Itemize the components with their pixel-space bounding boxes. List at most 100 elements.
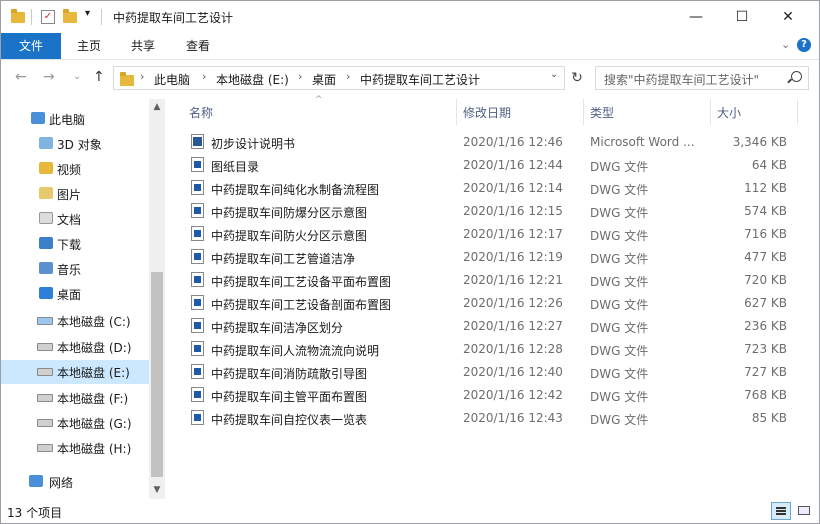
back-icon[interactable]: ←: [15, 69, 27, 85]
nav-item-drive-e[interactable]: 本地磁盘 (E:): [1, 360, 149, 384]
scroll-thumb[interactable]: [151, 272, 163, 477]
nav-label: 本地磁盘 (D:): [57, 341, 132, 355]
column-divider[interactable]: [456, 99, 457, 125]
nav-label: 本地磁盘 (F:): [57, 392, 129, 406]
ribbon-collapse-icon[interactable]: ⌄: [781, 38, 790, 51]
column-divider[interactable]: [583, 99, 584, 125]
forward-icon[interactable]: →: [43, 69, 55, 85]
file-row[interactable]: 初步设计说明书 2020/1/16 12:46 Microsoft Word .…: [165, 131, 819, 154]
dwg-file-icon: [191, 226, 204, 241]
file-row[interactable]: 中药提取车间消防疏散引导图 2020/1/16 12:40 DWG 文件 727…: [165, 361, 819, 384]
file-row[interactable]: 中药提取车间防爆分区示意图 2020/1/16 12:15 DWG 文件 574…: [165, 200, 819, 223]
nav-item-network[interactable]: 网络: [1, 470, 149, 494]
nav-item-drive-c[interactable]: 本地磁盘 (C:): [1, 309, 149, 333]
nav-item-drive-d[interactable]: 本地磁盘 (D:): [1, 335, 149, 359]
file-type: DWG 文件: [590, 183, 649, 197]
title-bar: ✓ ▾ 中药提取车间工艺设计 — ☐ ✕: [1, 1, 819, 33]
breadcrumb-separator: ›: [298, 70, 303, 83]
file-name: 中药提取车间消防疏散引导图: [211, 367, 368, 381]
file-row[interactable]: 中药提取车间工艺设备剖面布置图 2020/1/16 12:26 DWG 文件 6…: [165, 292, 819, 315]
file-name: 中药提取车间人流物流流向说明: [211, 344, 380, 358]
column-name[interactable]: 名称: [189, 104, 213, 121]
tab-share[interactable]: 共享: [117, 33, 169, 59]
tab-file[interactable]: 文件: [1, 33, 61, 59]
nav-item-desktop[interactable]: 桌面: [1, 282, 149, 306]
column-type[interactable]: 类型: [590, 104, 614, 121]
drive-icon: [37, 343, 53, 351]
file-row[interactable]: 图纸目录 2020/1/16 12:44 DWG 文件 64 KB: [165, 154, 819, 177]
minimize-button[interactable]: —: [673, 1, 719, 33]
folder-icon: [120, 72, 134, 86]
file-row[interactable]: 中药提取车间洁净区划分 2020/1/16 12:27 DWG 文件 236 K…: [165, 315, 819, 338]
up-icon[interactable]: ↑: [93, 69, 105, 85]
breadcrumb-current-folder[interactable]: 中药提取车间工艺设计: [360, 71, 480, 88]
nav-scrollbar[interactable]: ▲ ▼: [149, 99, 165, 499]
file-row[interactable]: 中药提取车间主管平面布置图 2020/1/16 12:42 DWG 文件 768…: [165, 384, 819, 407]
nav-label: 3D 对象: [57, 138, 102, 152]
file-name: 中药提取车间工艺管道洁净: [211, 252, 356, 266]
file-size: 723 KB: [744, 342, 787, 356]
file-row[interactable]: 中药提取车间工艺设备平面布置图 2020/1/16 12:21 DWG 文件 7…: [165, 269, 819, 292]
recent-locations-icon[interactable]: ⌄: [73, 71, 81, 82]
file-date: 2020/1/16 12:40: [463, 365, 563, 379]
column-divider[interactable]: [797, 99, 798, 125]
breadcrumb-drive-e[interactable]: 本地磁盘 (E:): [216, 71, 289, 88]
divider: [31, 9, 32, 25]
file-name: 中药提取车间防火分区示意图: [211, 229, 368, 243]
large-icons-view-button[interactable]: [795, 502, 815, 520]
close-button[interactable]: ✕: [765, 1, 811, 33]
nav-item-this-pc[interactable]: 此电脑: [1, 107, 149, 131]
nav-item-drive-h[interactable]: 本地磁盘 (H:): [1, 436, 149, 460]
file-type: DWG 文件: [590, 321, 649, 335]
column-divider[interactable]: [710, 99, 711, 125]
address-dropdown-icon[interactable]: ⌄: [550, 69, 558, 80]
computer-icon: [31, 112, 45, 124]
file-date: 2020/1/16 12:14: [463, 181, 563, 195]
breadcrumb-desktop[interactable]: 桌面: [312, 71, 336, 88]
file-date: 2020/1/16 12:26: [463, 296, 563, 310]
nav-item-documents[interactable]: 文档: [1, 207, 149, 231]
tab-view[interactable]: 查看: [171, 33, 225, 59]
details-view-button[interactable]: [771, 502, 791, 520]
scroll-down-icon[interactable]: ▼: [149, 485, 165, 495]
file-date: 2020/1/16 12:21: [463, 273, 563, 287]
file-type: DWG 文件: [590, 252, 649, 266]
qa-dropdown-icon[interactable]: ▾: [85, 8, 90, 24]
search-placeholder: 搜索"中药提取车间工艺设计": [604, 73, 760, 87]
navigation-pane: 此电脑 3D 对象 视频 图片 文档 下载 音乐 桌面 本地磁盘 (C:) 本地…: [1, 99, 149, 499]
nav-item-pictures[interactable]: 图片: [1, 182, 149, 206]
nav-label: 音乐: [57, 263, 82, 277]
help-icon[interactable]: ?: [797, 38, 811, 52]
nav-item-music[interactable]: 音乐: [1, 257, 149, 281]
file-size: 3,346 KB: [732, 135, 787, 149]
file-name: 中药提取车间防爆分区示意图: [211, 206, 368, 220]
refresh-icon[interactable]: ↻: [567, 66, 587, 90]
nav-item-3d-objects[interactable]: 3D 对象: [1, 132, 149, 156]
nav-item-drive-f[interactable]: 本地磁盘 (F:): [1, 386, 149, 410]
address-bar[interactable]: › 此电脑 › 本地磁盘 (E:) › 桌面 › 中药提取车间工艺设计 ⌄: [113, 66, 565, 90]
file-row[interactable]: 中药提取车间自控仪表一览表 2020/1/16 12:43 DWG 文件 85 …: [165, 407, 819, 430]
file-type: DWG 文件: [590, 390, 649, 404]
search-icon[interactable]: [791, 71, 802, 82]
column-size[interactable]: 大小: [717, 104, 741, 121]
search-input[interactable]: 搜索"中药提取车间工艺设计": [595, 66, 809, 90]
file-type: DWG 文件: [590, 160, 649, 174]
file-size: 64 KB: [751, 158, 787, 172]
file-name: 中药提取车间工艺设备剖面布置图: [211, 298, 392, 312]
file-row[interactable]: 中药提取车间纯化水制备流程图 2020/1/16 12:14 DWG 文件 11…: [165, 177, 819, 200]
breadcrumb-this-pc[interactable]: 此电脑: [154, 71, 190, 88]
file-date: 2020/1/16 12:43: [463, 411, 563, 425]
nav-item-drive-g[interactable]: 本地磁盘 (G:): [1, 411, 149, 435]
scroll-up-icon[interactable]: ▲: [149, 102, 165, 112]
network-icon: [29, 475, 43, 487]
file-size: 236 KB: [744, 319, 787, 333]
ribbon-tabs: 文件 主页 共享 查看 ⌄ ?: [1, 33, 819, 60]
column-date[interactable]: 修改日期: [463, 104, 511, 121]
file-row[interactable]: 中药提取车间防火分区示意图 2020/1/16 12:17 DWG 文件 716…: [165, 223, 819, 246]
maximize-button[interactable]: ☐: [719, 1, 765, 33]
nav-item-videos[interactable]: 视频: [1, 157, 149, 181]
tab-home[interactable]: 主页: [61, 33, 117, 59]
file-row[interactable]: 中药提取车间人流物流流向说明 2020/1/16 12:28 DWG 文件 72…: [165, 338, 819, 361]
file-row[interactable]: 中药提取车间工艺管道洁净 2020/1/16 12:19 DWG 文件 477 …: [165, 246, 819, 269]
nav-item-downloads[interactable]: 下载: [1, 232, 149, 256]
